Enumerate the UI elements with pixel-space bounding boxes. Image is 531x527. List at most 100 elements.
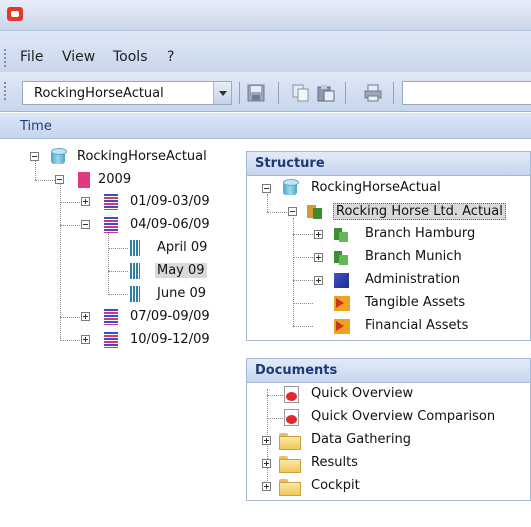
collapse-icon[interactable]	[81, 220, 90, 229]
quarter-icon	[104, 309, 118, 325]
menu-tools[interactable]: Tools	[113, 49, 148, 65]
year-node[interactable]: 2009	[50, 169, 170, 191]
time-root-node[interactable]: RockingHorseActual	[25, 146, 225, 168]
year-label: 2009	[98, 172, 132, 187]
quarter-node[interactable]: 04/09-06/09	[76, 214, 236, 236]
copy-icon[interactable]	[292, 84, 310, 102]
quarter-node[interactable]: 01/09-03/09	[76, 191, 236, 213]
folder-icon	[279, 479, 301, 496]
report-item[interactable]: Quick Overview Comparison	[261, 406, 531, 428]
structure-panel: Structure RockingHorseActual Rocking Hor…	[246, 151, 531, 341]
documents-panel-title: Documents	[255, 363, 338, 378]
admin-node[interactable]: Administration	[309, 269, 509, 291]
chevron-down-icon[interactable]	[213, 82, 231, 104]
collapse-icon[interactable]	[288, 207, 297, 216]
company-label: Rocking Horse Ltd. Actual	[333, 203, 506, 220]
time-panel-header: Time	[0, 113, 531, 139]
title-bar	[0, 0, 531, 30]
quarter-node[interactable]: 10/09-12/09	[76, 329, 236, 351]
branch-label: Branch Hamburg	[365, 226, 476, 241]
expand-icon[interactable]	[81, 197, 90, 206]
structure-panel-title: Structure	[255, 156, 325, 171]
folder-label: Results	[311, 455, 358, 470]
folder-icon	[279, 433, 301, 450]
quarter-label: 04/09-06/09	[130, 217, 210, 232]
expand-icon[interactable]	[314, 276, 323, 285]
print-icon[interactable]	[364, 84, 382, 102]
toolbar-text-field[interactable]	[402, 81, 531, 105]
report-label: Quick Overview	[311, 386, 414, 401]
toolbar-separator	[239, 82, 240, 104]
expand-icon[interactable]	[262, 436, 271, 445]
company-node[interactable]: Rocking Horse Ltd. Actual	[283, 200, 523, 222]
month-node-selected[interactable]: May 09	[126, 260, 216, 282]
database-icon	[51, 148, 67, 165]
folder-item[interactable]: Results	[257, 452, 527, 474]
administration-icon	[334, 273, 349, 288]
menu-file[interactable]: File	[20, 49, 43, 65]
menu-grip-icon[interactable]	[4, 49, 6, 69]
toolbar-separator	[278, 82, 279, 104]
toolbar-separator	[345, 82, 346, 104]
toolbar-separator	[393, 82, 394, 104]
expand-icon[interactable]	[314, 230, 323, 239]
scenario-select-value: RockingHorseActual	[34, 86, 164, 101]
month-node[interactable]: April 09	[126, 237, 216, 259]
report-item[interactable]: Quick Overview	[261, 383, 531, 405]
expand-icon[interactable]	[81, 335, 90, 344]
quarter-label: 07/09-09/09	[130, 309, 210, 324]
admin-label: Administration	[365, 272, 461, 287]
paste-icon[interactable]	[317, 84, 335, 102]
folder-item[interactable]: Data Gathering	[257, 429, 527, 451]
save-icon[interactable]	[247, 84, 265, 102]
folder-label: Data Gathering	[311, 432, 411, 447]
expand-icon[interactable]	[262, 482, 271, 491]
expand-icon[interactable]	[314, 253, 323, 262]
branch-node[interactable]: Branch Munich	[309, 246, 509, 268]
branch-icon	[333, 226, 349, 242]
report-icon	[284, 386, 299, 403]
asset-label: Tangible Assets	[365, 295, 466, 310]
month-label: May 09	[155, 263, 207, 278]
quarter-icon	[104, 332, 118, 348]
branch-icon	[333, 249, 349, 265]
documents-panel-header: Documents	[247, 359, 530, 383]
month-label: June 09	[157, 286, 206, 301]
asset-icon	[334, 319, 350, 334]
menu-help[interactable]: ?	[167, 49, 174, 65]
menu-view[interactable]: View	[62, 49, 95, 65]
branch-label: Branch Munich	[365, 249, 462, 264]
quarter-label: 10/09-12/09	[130, 332, 210, 347]
month-icon	[130, 263, 140, 279]
month-icon	[130, 240, 140, 256]
report-icon	[284, 409, 299, 426]
quarter-node[interactable]: 07/09-09/09	[76, 306, 236, 328]
month-label: April 09	[157, 240, 208, 255]
folder-icon	[279, 456, 301, 473]
quarter-icon	[104, 194, 118, 210]
menu-bar: File View Tools ?	[0, 30, 531, 72]
quarter-label: 01/09-03/09	[130, 194, 210, 209]
expand-icon[interactable]	[262, 459, 271, 468]
structure-root-node[interactable]: RockingHorseActual	[257, 177, 497, 199]
year-icon	[78, 172, 90, 188]
collapse-icon[interactable]	[30, 152, 39, 161]
folder-label: Cockpit	[311, 478, 360, 493]
asset-node[interactable]: Tangible Assets	[309, 292, 509, 314]
asset-node[interactable]: Financial Assets	[309, 315, 509, 337]
collapse-icon[interactable]	[55, 175, 64, 184]
folder-item[interactable]: Cockpit	[257, 475, 527, 497]
company-icon	[307, 203, 323, 219]
collapse-icon[interactable]	[262, 184, 271, 193]
time-root-label: RockingHorseActual	[77, 149, 207, 164]
quarter-icon	[104, 217, 118, 233]
database-icon	[283, 179, 299, 196]
branch-node[interactable]: Branch Hamburg	[309, 223, 509, 245]
toolbar: RockingHorseActual	[0, 72, 531, 112]
toolbar-grip-icon[interactable]	[4, 82, 6, 102]
month-node[interactable]: June 09	[126, 283, 216, 305]
structure-root-label: RockingHorseActual	[311, 180, 441, 195]
scenario-select[interactable]: RockingHorseActual	[22, 81, 232, 105]
structure-panel-header: Structure	[247, 152, 530, 176]
expand-icon[interactable]	[81, 312, 90, 321]
